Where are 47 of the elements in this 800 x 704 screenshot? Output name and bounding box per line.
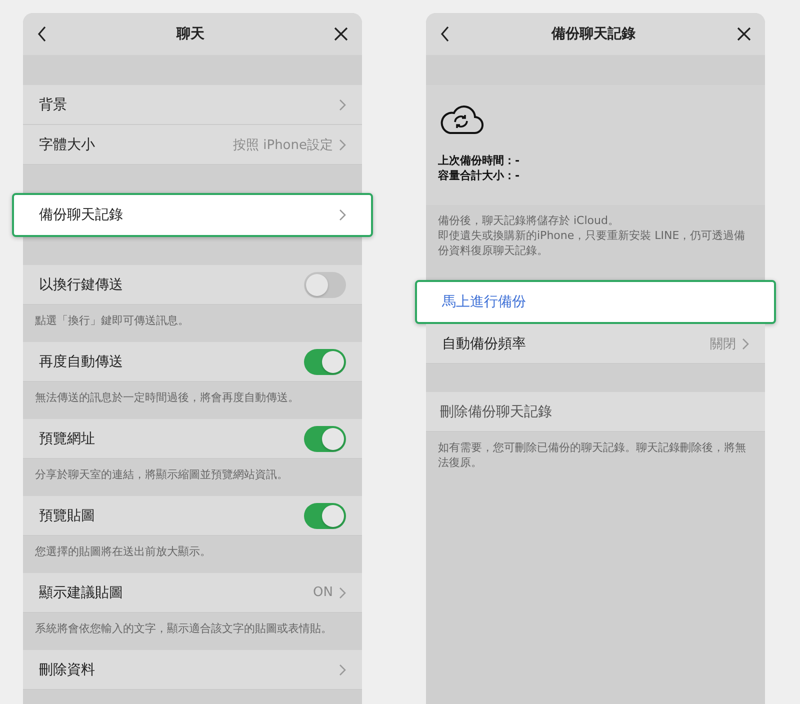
row-label: 預覽貼圖 [39, 506, 95, 524]
chevron-right-icon [339, 209, 346, 221]
section-note: 系統將會依您輸入的文字，顯示適合該文字的貼圖或表情貼。 [34, 621, 333, 637]
row-label: 以換行鍵傳送 [39, 276, 123, 294]
chevron-right-icon [339, 98, 346, 110]
chevron-right-icon [339, 664, 346, 676]
close-icon[interactable] [735, 25, 753, 43]
row-label: 再度自動傳送 [39, 352, 123, 370]
settings-row[interactable]: 備份聊天記錄 [12, 193, 373, 237]
section-note: 分享於聊天室的連結，將顯示縮圖並預覽網站資訊。 [34, 467, 289, 483]
screen-title: 聊天 [176, 25, 204, 43]
action-row[interactable]: 馬上進行備份 [415, 280, 776, 324]
settings-row[interactable]: 字體大小 按照 iPhone設定 [23, 125, 362, 165]
section-note: 如有需要，您可刪除已備份的聊天記錄。聊天記錄刪除後，將無法復原。 [437, 440, 747, 471]
settings-row[interactable]: 背景 [23, 85, 362, 125]
toggle-switch[interactable] [304, 502, 346, 528]
settings-row[interactable]: 刪除資料 [23, 650, 362, 690]
row-label: 顯示建議貼圖 [39, 584, 123, 602]
info-text: 上次備份時間：- [438, 153, 521, 168]
section-note: 備份後，聊天記錄將儲存於 iCloud。 即使遺失或換購新的iPhone，只要重新安裝 LINE，仍可透過備份資料復原聊天記錄。 [437, 213, 746, 259]
row-label: 自動備份頻率 [442, 334, 526, 352]
chevron-right-icon [742, 338, 749, 350]
section-note: 無法傳送的訊息於一定時間過後，將會再度自動傳送。 [34, 390, 300, 406]
row-label: 預覽網址 [39, 430, 95, 448]
chevron-right-icon [339, 138, 346, 150]
cloud-sync-icon [438, 103, 484, 135]
chevron-right-icon [339, 586, 346, 598]
action-label: 刪除備份聊天記錄 [440, 402, 552, 420]
action-row[interactable]: 刪除備份聊天記錄 [426, 392, 765, 432]
toggle-switch[interactable] [304, 426, 346, 452]
section-note: 點選「換行」鍵即可傳送訊息。 [34, 313, 190, 329]
settings-row[interactable]: 自動備份頻率 關閉 [426, 324, 765, 364]
row-label: 備份聊天記錄 [39, 206, 123, 224]
info-text: 容量合計大小：- [438, 168, 521, 183]
toggle-switch[interactable] [304, 348, 346, 374]
row-value: ON [313, 585, 333, 600]
row-label: 刪除資料 [39, 660, 95, 678]
action-label: 馬上進行備份 [442, 293, 526, 311]
row-label: 背景 [39, 96, 67, 114]
row-value: 按照 iPhone設定 [232, 136, 333, 154]
row-value: 關閉 [710, 336, 736, 352]
toggle-switch[interactable] [304, 272, 346, 298]
section-note: 您選擇的貼圖將在送出前放大顯示。 [34, 544, 212, 560]
settings-row[interactable]: 顯示建議貼圖 ON [23, 573, 362, 613]
row-label: 字體大小 [39, 136, 95, 154]
close-icon[interactable] [332, 25, 350, 43]
screen-title: 備份聊天記錄 [552, 25, 636, 43]
